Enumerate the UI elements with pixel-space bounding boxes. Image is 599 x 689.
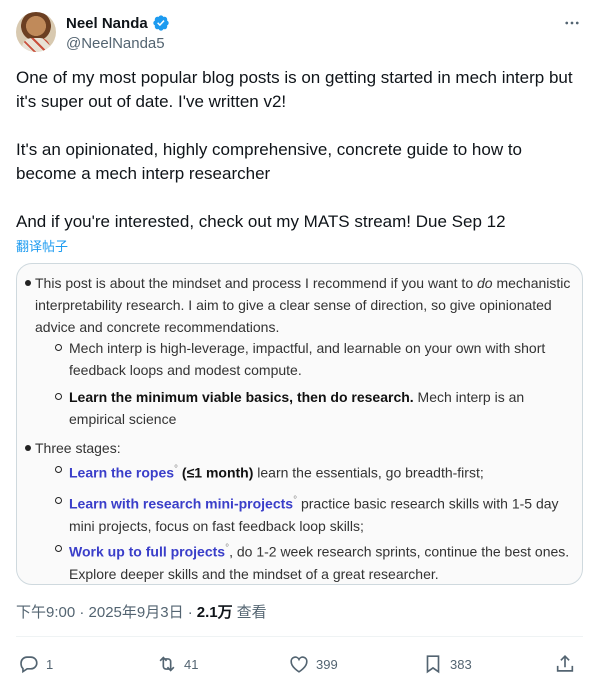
avatar[interactable] bbox=[16, 12, 56, 52]
sub-point-1: Mech interp is high-leverage, impactful,… bbox=[69, 340, 546, 378]
sub-point-2: Learn the minimum viable basics, then do… bbox=[69, 389, 525, 427]
reply-button[interactable]: 1 bbox=[18, 652, 53, 676]
bullet-dot bbox=[25, 280, 31, 286]
tweet-paragraph: One of my most popular blog posts is on … bbox=[16, 68, 578, 111]
intro-text: This post is about the mindset and proce… bbox=[35, 275, 571, 335]
more-icon[interactable] bbox=[561, 12, 583, 34]
stage-1: Learn the ropes° (≤1 month) learn the es… bbox=[69, 464, 484, 481]
bookmark-count: 383 bbox=[450, 656, 472, 672]
action-bar: 1 41 399 383 bbox=[16, 648, 583, 680]
stage-3: Work up to full projects°, do 1-2 week r… bbox=[69, 543, 570, 582]
reply-icon bbox=[20, 656, 38, 674]
stage-2-link[interactable]: Learn with research mini-projects bbox=[69, 496, 293, 512]
bullet-ring bbox=[55, 466, 62, 473]
reply-count: 1 bbox=[46, 656, 54, 672]
tweet-paragraph: It's an opinionated, highly comprehensiv… bbox=[16, 140, 527, 183]
share-icon bbox=[556, 655, 574, 672]
stages-label: Three stages: bbox=[35, 440, 121, 456]
tweet-meta: 下午9:00 · 2025年9月3日 · 2.1万 查看 bbox=[16, 601, 267, 622]
bullet-ring bbox=[55, 497, 62, 504]
bookmark-button[interactable]: 383 bbox=[422, 652, 472, 676]
tweet-body: One of my most popular blog posts is on … bbox=[16, 66, 583, 234]
blog-excerpt: This post is about the mindset and proce… bbox=[17, 264, 582, 584]
stage-1-link[interactable]: Learn the ropes bbox=[69, 465, 174, 481]
bookmark-icon bbox=[426, 655, 440, 674]
divider bbox=[16, 636, 583, 637]
bullet-ring bbox=[55, 393, 62, 400]
like-count: 399 bbox=[316, 656, 338, 672]
stage-3-link[interactable]: Work up to full projects bbox=[69, 544, 225, 560]
author-display-name[interactable]: Neel Nanda bbox=[66, 15, 148, 32]
bullet-ring bbox=[55, 545, 62, 552]
attached-image[interactable]: This post is about the mindset and proce… bbox=[16, 263, 583, 585]
author-handle[interactable]: @NeelNanda5 bbox=[66, 35, 165, 52]
repost-icon bbox=[159, 656, 175, 672]
like-icon bbox=[290, 656, 308, 673]
repost-count: 41 bbox=[184, 656, 199, 672]
share-button[interactable] bbox=[554, 652, 576, 676]
tweet-paragraph: And if you're interested, check out my M… bbox=[16, 212, 506, 231]
bullet-dot bbox=[25, 445, 31, 451]
views-label: 查看 bbox=[236, 604, 267, 621]
like-button[interactable]: 399 bbox=[288, 652, 338, 676]
stage-2: Learn with research mini-projects° pract… bbox=[69, 495, 559, 534]
view-count: 2.1万 bbox=[196, 604, 233, 621]
repost-button[interactable]: 41 bbox=[156, 652, 198, 676]
verified-badge-icon bbox=[153, 15, 169, 31]
tweet-header: Neel Nanda @NeelNanda5 bbox=[16, 12, 583, 56]
timestamp[interactable]: 下午9:00 · 2025年9月3日 · bbox=[16, 601, 193, 622]
name-row: Neel Nanda bbox=[66, 14, 170, 32]
bullet-ring bbox=[55, 344, 62, 351]
translate-post-link[interactable]: 翻译帖子 bbox=[16, 236, 68, 255]
